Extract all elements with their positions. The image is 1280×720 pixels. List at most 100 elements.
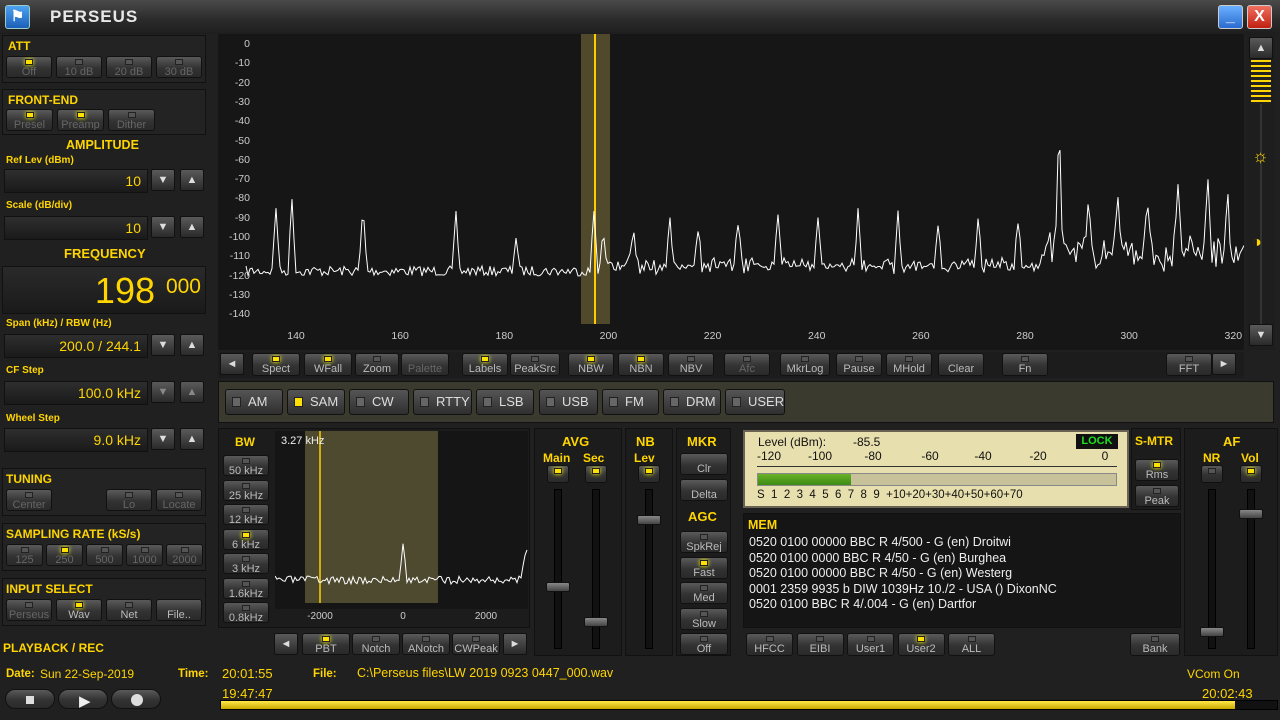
mem-eibi-button[interactable]: EIBI [796,633,844,656]
dither-button[interactable]: Dither [108,109,155,131]
agc-slow-button[interactable]: Slow [680,607,728,630]
mode-user-button[interactable]: USER [725,389,785,415]
tuning-center-button[interactable]: Center [6,489,52,511]
wheel-step-up-button[interactable]: ▲ [180,428,204,450]
smtr-peak-button[interactable]: Peak [1135,485,1179,507]
ref-level-up-button[interactable]: ▲ [180,169,204,191]
mode-rtty-button[interactable]: RTTY [413,389,472,415]
filter-right-button[interactable]: ► [503,633,527,655]
toolbar-mhold-button[interactable]: MHold [886,353,932,376]
nb-level-slider[interactable] [637,515,661,525]
input-wav-button[interactable]: Wav [56,599,102,621]
filter-anotch-button[interactable]: ANotch [402,633,450,655]
mem-list-item[interactable]: 0520 0100 00000 BBC R 4/50 - G (en) West… [749,566,1057,582]
spectrum-panel[interactable]: 0 -10 -20 -30 -40 -50 -60 -70 -80 -90 -100 -110 -120… [218,34,1244,350]
avg-sec-toggle[interactable] [585,465,607,483]
toolbar-clear-button[interactable]: Clear [938,353,984,376]
mem-bank-button[interactable]: Bank [1130,633,1180,656]
mem-list-item[interactable]: 0001 2359 9935 b DIW 1039Hz 10./2 - USA … [749,582,1057,598]
cf-step-field[interactable]: 100.0 kHz [4,381,148,405]
mem-list-item[interactable]: 0520 0100 BBC R 4/.004 - G (en) Dartfor [749,597,1057,613]
agc-spkrej-button[interactable]: SpkRej [680,531,728,553]
avg-main-track[interactable] [554,489,562,649]
filter-left-button[interactable]: ◄ [274,633,298,655]
mem-user1-button[interactable]: User1 [847,633,894,656]
sample-rate-500-button[interactable]: 500 [86,544,123,566]
bw-12-khz-button[interactable]: 12 kHz [223,504,269,525]
play-button[interactable]: ▶ [58,689,108,709]
smtr-rms-button[interactable]: Rms [1135,459,1179,481]
mode-lsb-button[interactable]: LSB [476,389,534,415]
bw-50-khz-button[interactable]: 50 kHz [223,455,269,476]
perseus-logo-icon[interactable]: ⚑ [5,5,30,29]
mode-am-button[interactable]: AM [225,389,283,415]
wheel-step-down-button[interactable]: ▼ [151,428,175,450]
scroll-track[interactable] [1260,104,1262,324]
nb-track[interactable] [645,489,653,649]
span-field[interactable]: 200.0 / 244.1 [4,334,148,358]
toolbar-spect-button[interactable]: Spect [252,353,300,376]
bw-6-khz-button[interactable]: 6 kHz [223,528,269,550]
mkr-delta-button[interactable]: Delta [680,479,728,501]
nr-toggle[interactable] [1201,465,1223,483]
toolbar-afc-button[interactable]: Afc [724,353,770,376]
nb-toggle[interactable] [638,465,660,483]
span-down-button[interactable]: ▼ [151,334,175,356]
toolbar-nbv-button[interactable]: NBV [668,353,714,376]
avg-sec-slider[interactable] [584,617,608,627]
contrast-icon[interactable]: ◑ [1252,234,1262,252]
filter-display[interactable]: 3.27 kHz -2000 0 2000 [275,431,528,622]
filter-cwpeak-button[interactable]: CWPeak [452,633,500,655]
frequency-display[interactable]: 198 000 [2,266,206,314]
input-perseus-button[interactable]: Perseus [6,599,52,621]
tuning-lo-button[interactable]: Lo [106,489,152,511]
minimize-button[interactable]: _ [1218,5,1243,29]
cf-step-down-button[interactable]: ▼ [151,381,175,403]
input-file-button[interactable]: File.. [156,599,202,621]
toolbar-wfall-button[interactable]: WFall [304,353,352,376]
toolbar-pause-button[interactable]: Pause [836,353,882,376]
playback-progress-track[interactable] [220,700,1278,710]
avg-main-toggle[interactable] [547,465,569,483]
toolbar-peaksrc-button[interactable]: PeakSrc [510,353,560,376]
vol-toggle[interactable] [1240,465,1262,483]
scale-up-button[interactable]: ▲ [180,216,204,238]
mode-cw-button[interactable]: CW [349,389,409,415]
wheel-step-field[interactable]: 9.0 kHz [4,428,148,452]
toolbar-nbn-button[interactable]: NBN [618,353,664,376]
sample-rate-2000-button[interactable]: 2000 [166,544,203,566]
mkr-clear-button[interactable]: Clr [680,453,728,475]
mode-drm-button[interactable]: DRM [663,389,721,415]
sample-rate-125-button[interactable]: 125 [6,544,43,566]
bw-3-khz-button[interactable]: 3 kHz [223,553,269,574]
nr-track[interactable] [1208,489,1216,649]
att-10-db-button[interactable]: 10 dB [56,56,102,78]
toolbar-fn-button[interactable]: Fn [1002,353,1048,376]
att-off-button[interactable]: Off [6,56,52,78]
mode-fm-button[interactable]: FM [602,389,659,415]
record-button[interactable] [111,689,161,709]
toolbar-nbw-button[interactable]: NBW [568,353,614,376]
bw-1-6khz-button[interactable]: 1.6kHz [223,577,269,599]
filter-pbt-button[interactable]: PBT [302,633,350,655]
brightness-icon[interactable]: ☼ [1252,146,1269,167]
vol-slider[interactable] [1239,509,1263,519]
toolbar-mkrlog-button[interactable]: MkrLog [780,353,830,376]
bw-25-khz-button[interactable]: 25 kHz [223,479,269,501]
mem-list-item[interactable]: 0520 0100 0000 BBC R 4/50 - G (en) Burgh… [749,551,1057,567]
toolbar-left-button[interactable]: ◄ [220,353,244,375]
tuning-locate-button[interactable]: Locate [156,489,202,511]
toolbar-right-button[interactable]: ► [1212,353,1236,375]
agc-fast-button[interactable]: Fast [680,556,728,579]
sample-rate-250-button[interactable]: 250 [46,544,83,566]
agc-med-button[interactable]: Med [680,582,728,604]
att-30-db-button[interactable]: 30 dB [156,56,202,78]
scale-down-button[interactable]: ▼ [151,216,175,238]
bw-0-8khz-button[interactable]: 0.8kHz [223,602,269,623]
spectrum-display[interactable] [218,34,1244,350]
preamp-button[interactable]: Preamp [57,109,104,131]
stop-button[interactable] [5,689,55,709]
agc-off-button[interactable]: Off [680,633,728,655]
span-up-button[interactable]: ▲ [180,334,204,356]
avg-main-slider[interactable] [546,582,570,592]
